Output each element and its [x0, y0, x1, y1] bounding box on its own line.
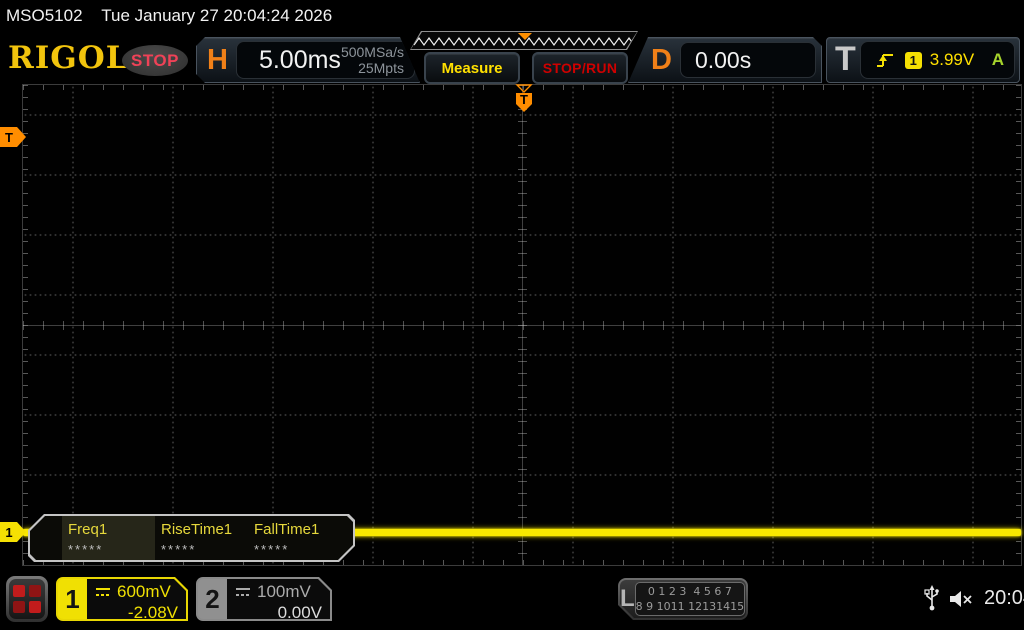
measurement-item-risetime1[interactable]: RiseTime1 ***** — [155, 516, 248, 560]
channel2-badge[interactable]: 2 100mV 0.00V — [196, 577, 332, 621]
waveform-overview-bar[interactable] — [410, 31, 638, 50]
menu-grid-square — [13, 585, 25, 597]
channel2-offset: 0.00V — [277, 603, 322, 619]
dc-coupling-icon — [235, 587, 251, 597]
waveform-overview-inner — [411, 32, 637, 49]
menu-grid-square — [13, 601, 25, 613]
measurement-label: Freq1 — [68, 521, 108, 538]
measurement-popup-inner: Freq1 ***** RiseTime1 ***** FallTime1 **… — [30, 516, 353, 560]
channel1-badge-inner: 1 600mV -2.08V — [58, 579, 186, 619]
channel2-values: 100mV 0.00V — [227, 579, 330, 619]
trigger-panel[interactable]: T 1 3.99V A — [826, 37, 1020, 83]
logic-label: L — [620, 585, 635, 612]
function-navigator-button[interactable] — [6, 576, 48, 622]
system-datetime: Tue January 27 20:04:24 2026 — [101, 6, 333, 25]
waveform-overview-zigzag-icon — [411, 32, 637, 49]
menu-grid-icon — [9, 579, 45, 619]
trigger-level-marker-icon[interactable]: T — [0, 127, 26, 147]
horizontal-label: H — [207, 43, 228, 76]
channel1-position-marker-icon[interactable]: 1 — [0, 522, 26, 542]
trigger-inset: 1 3.99V A — [859, 41, 1015, 79]
delay-panel[interactable]: D 0.00s — [628, 37, 822, 83]
svg-text:T: T — [5, 130, 13, 145]
measurement-value: ***** — [68, 542, 104, 557]
sample-rate-block: 500MSa/s 25Mpts — [341, 44, 404, 76]
measurement-label: FallTime1 — [254, 521, 320, 538]
measurement-value: ***** — [254, 542, 290, 557]
stop-run-button-label: STOP/RUN — [542, 60, 618, 76]
logic-badge-inner: L 0 1 2 3 4 5 6 7 8 9 1011 12131415 — [620, 580, 746, 618]
horizontal-settings-panel[interactable]: H 5.00ms 500MSa/s 25Mpts — [196, 37, 420, 83]
channel1-scale: 600mV — [117, 582, 171, 601]
measurement-item-falltime1[interactable]: FallTime1 ***** — [248, 516, 341, 560]
delay-label: D — [651, 43, 672, 76]
svg-text:T: T — [520, 92, 528, 107]
logic-channels-badge[interactable]: L 0 1 2 3 4 5 6 7 8 9 1011 12131415 — [618, 578, 748, 620]
sample-rate: 500MSa/s — [340, 44, 404, 60]
dc-coupling-icon — [95, 587, 111, 597]
measurement-value: ***** — [161, 542, 197, 557]
menu-grid-square — [29, 585, 41, 597]
menu-grid-square — [29, 601, 41, 613]
svg-text:1: 1 — [5, 525, 12, 540]
measurement-label: RiseTime1 — [161, 521, 233, 538]
acquisition-state-badge: STOP — [122, 45, 188, 76]
delay-inset: 0.00s — [680, 42, 816, 78]
trigger-source-badge: 1 — [904, 51, 922, 69]
logic-row-0-7: 0 1 2 3 4 5 6 7 — [647, 585, 732, 598]
rigol-logo: RIGOL — [8, 40, 129, 76]
channel1-values: 600mV -2.08V — [87, 579, 186, 619]
memory-depth: 25Mpts — [358, 60, 404, 76]
channel1-number-tab: 1 — [58, 579, 87, 619]
logic-row-8-15: 8 9 1011 12131415 — [635, 600, 745, 613]
channel1-offset: -2.08V — [127, 603, 178, 619]
trigger-level-value: 3.99V — [929, 50, 975, 69]
delay-value: 0.00s — [694, 46, 752, 73]
speaker-muted-icon — [950, 591, 972, 607]
status-bar: MSO5102 Tue January 27 20:04:24 2026 — [0, 0, 1024, 32]
channel2-badge-inner: 2 100mV 0.00V — [198, 579, 330, 619]
trigger-sweep-mode: A — [991, 50, 1004, 69]
horizontal-inset: 5.00ms 500MSa/s 25Mpts — [236, 41, 415, 79]
system-clock: 20:04 — [984, 587, 1024, 609]
trigger-source-number: 1 — [909, 52, 917, 68]
trigger-position-marker-icon[interactable]: T — [513, 84, 535, 113]
channel2-number-tab: 2 — [198, 579, 227, 619]
model-name: MSO5102 — [6, 6, 83, 25]
channel1-badge[interactable]: 1 600mV -2.08V — [56, 577, 188, 621]
waveform-graticule[interactable] — [22, 84, 1022, 566]
rising-edge-trigger-icon — [876, 54, 893, 67]
oscilloscope-screen: MSO5102 Tue January 27 20:04:24 2026 RIG… — [0, 0, 1024, 630]
measure-button-label: Measure — [441, 59, 503, 77]
measurement-popup[interactable]: Freq1 ***** RiseTime1 ***** FallTime1 **… — [28, 514, 355, 562]
stop-run-button[interactable]: STOP/RUN — [532, 52, 628, 84]
usb-icon — [924, 585, 939, 611]
measure-button[interactable]: Measure — [424, 52, 520, 84]
trigger-label: T — [835, 39, 856, 78]
timebase-value: 5.00ms — [258, 45, 341, 74]
acquisition-state-label: STOP — [131, 50, 179, 70]
measurement-item-freq1[interactable]: Freq1 ***** — [62, 516, 155, 560]
channel2-scale: 100mV — [257, 582, 311, 601]
logic-channel-numbers: 0 1 2 3 4 5 6 7 8 9 1011 12131415 — [635, 582, 745, 616]
